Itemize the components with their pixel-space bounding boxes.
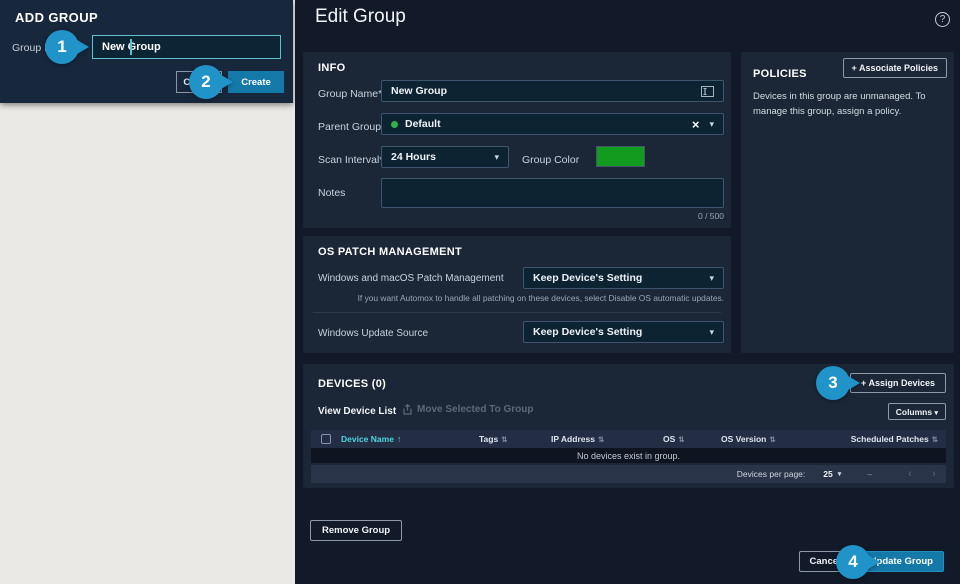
sort-icon: ⇅ bbox=[597, 434, 605, 444]
callout-number: 2 bbox=[189, 65, 223, 99]
scan-interval-value: 24 Hours bbox=[391, 151, 436, 163]
group-name-field[interactable] bbox=[381, 80, 724, 102]
page-range: – bbox=[867, 469, 872, 479]
update-source-label: Windows Update Source bbox=[318, 328, 429, 339]
associate-policies-button[interactable]: + Associate Policies bbox=[842, 58, 947, 78]
devices-section-title: DEVICES (0) bbox=[318, 378, 387, 390]
group-name-input[interactable] bbox=[92, 35, 281, 59]
app-screen: ADD GROUP Group Name Cancel Create Edit … bbox=[0, 0, 960, 584]
patch-mgmt-helper-text: If you want Automox to handle all patchi… bbox=[357, 293, 724, 303]
callout-step-4: 4 bbox=[836, 545, 880, 579]
column-label: Scheduled Patches bbox=[850, 434, 929, 444]
group-name-field-input[interactable] bbox=[391, 85, 701, 97]
help-icon[interactable]: ? bbox=[935, 12, 950, 27]
notes-textarea[interactable] bbox=[381, 178, 724, 208]
chevron-down-icon: ▾ bbox=[494, 151, 499, 162]
empty-table-text: No devices exist in group. bbox=[576, 450, 681, 461]
remove-group-button[interactable]: Remove Group bbox=[310, 520, 403, 541]
patch-mgmt-select[interactable]: Keep Device's Setting ▾ bbox=[523, 267, 724, 289]
group-name-field-label: Group Name* bbox=[318, 88, 383, 100]
column-label: OS bbox=[663, 434, 676, 444]
per-page-select[interactable]: 25 ▾ bbox=[823, 469, 841, 479]
edit-group-panel: Edit Group ? INFO Group Name* Parent Gro… bbox=[295, 0, 960, 584]
update-source-value: Keep Device's Setting bbox=[533, 326, 643, 338]
text-field-icon bbox=[701, 85, 714, 97]
chevron-down-icon[interactable]: ▾ bbox=[709, 119, 714, 130]
chevron-down-icon: ▾ bbox=[837, 471, 842, 478]
patch-mgmt-value: Keep Device's Setting bbox=[533, 272, 643, 284]
column-header-tags[interactable]: Tags ⇅ bbox=[479, 434, 551, 444]
parent-group-value: Default bbox=[405, 118, 441, 130]
column-header-scheduled-patches[interactable]: Scheduled Patches ⇅ bbox=[843, 434, 946, 444]
left-column: ADD GROUP Group Name Cancel Create bbox=[0, 0, 295, 584]
notes-char-counter: 0 / 500 bbox=[698, 211, 724, 221]
assign-devices-button[interactable]: + Assign Devices bbox=[850, 373, 946, 393]
os-patch-section: OS PATCH MANAGEMENT Windows and macOS Pa… bbox=[303, 236, 731, 353]
policies-empty-text: Devices in this group are unmanaged. To … bbox=[753, 91, 926, 117]
text-cursor bbox=[130, 39, 132, 55]
info-section-title: INFO bbox=[318, 62, 346, 74]
move-selected-label: Move Selected To Group bbox=[417, 404, 534, 415]
os-patch-section-title: OS PATCH MANAGEMENT bbox=[318, 246, 463, 258]
chevron-down-icon: ▾ bbox=[934, 409, 938, 417]
sort-icon: ⇅ bbox=[769, 434, 776, 444]
chevron-down-icon: ▾ bbox=[709, 326, 714, 337]
clear-icon[interactable]: × bbox=[692, 117, 700, 132]
per-page-value: 25 bbox=[823, 469, 833, 479]
sort-icon: ⇅ bbox=[501, 434, 508, 444]
next-page-button[interactable]: › bbox=[922, 468, 946, 480]
previous-page-button[interactable]: ‹ bbox=[898, 468, 922, 480]
group-color-swatch[interactable] bbox=[596, 146, 645, 167]
column-label: OS Version bbox=[721, 434, 767, 444]
column-header-device-name[interactable]: Device Name ↑ bbox=[341, 434, 479, 444]
scan-interval-select[interactable]: 24 Hours ▾ bbox=[381, 146, 509, 168]
table-pagination: Devices per page: 25 ▾ – ‹ › bbox=[311, 465, 946, 483]
columns-button[interactable]: Columns ▾ bbox=[887, 403, 946, 420]
column-header-ip-address[interactable]: IP Address ⇅ bbox=[551, 434, 663, 444]
create-button[interactable]: Create bbox=[228, 71, 284, 93]
empty-table-row: No devices exist in group. bbox=[311, 448, 946, 463]
patch-mgmt-label: Windows and macOS Patch Management bbox=[318, 273, 504, 284]
page-title: Edit Group bbox=[315, 6, 406, 27]
move-selected-button[interactable]: Move Selected To Group bbox=[403, 404, 534, 415]
select-all-cell[interactable] bbox=[311, 434, 341, 444]
view-device-list-label[interactable]: View Device List bbox=[318, 406, 396, 417]
chevron-down-icon: ▾ bbox=[709, 272, 714, 283]
group-color-label: Group Color bbox=[522, 154, 580, 166]
column-header-os[interactable]: OS ⇅ bbox=[663, 434, 721, 444]
column-label: Device Name bbox=[341, 434, 394, 444]
update-source-select[interactable]: Keep Device's Setting ▾ bbox=[523, 321, 724, 343]
scan-interval-field-label: Scan Interval* bbox=[318, 154, 384, 166]
notes-field-label: Notes bbox=[318, 187, 346, 199]
move-icon bbox=[403, 404, 412, 415]
callout-number: 1 bbox=[45, 30, 79, 64]
column-label: IP Address bbox=[551, 434, 595, 444]
info-section: INFO Group Name* Parent Group* Default bbox=[303, 52, 731, 228]
per-page-label: Devices per page: bbox=[736, 469, 806, 479]
callout-step-2: 2 bbox=[189, 65, 233, 99]
column-label: Tags bbox=[479, 434, 499, 444]
group-status-dot bbox=[391, 120, 398, 128]
sort-icon: ⇅ bbox=[678, 434, 685, 444]
parent-group-field-label: Parent Group* bbox=[318, 121, 386, 133]
policies-section-title: POLICIES bbox=[753, 68, 807, 80]
callout-step-3: 3 bbox=[816, 366, 860, 400]
select-all-checkbox[interactable] bbox=[321, 434, 331, 444]
sort-ascending-icon: ↑ bbox=[396, 434, 402, 444]
add-group-dialog: ADD GROUP Group Name Cancel Create bbox=[0, 0, 293, 103]
callout-number: 4 bbox=[836, 545, 870, 579]
callout-number: 3 bbox=[816, 366, 850, 400]
add-group-title: ADD GROUP bbox=[15, 10, 99, 25]
policies-section: POLICIES + Associate Policies Devices in… bbox=[741, 52, 954, 353]
columns-button-label: Columns bbox=[895, 406, 933, 417]
column-header-os-version[interactable]: OS Version ⇅ bbox=[721, 434, 843, 444]
device-table-header: Device Name ↑ Tags ⇅ IP Address ⇅ OS ⇅ O… bbox=[311, 430, 946, 448]
callout-step-1: 1 bbox=[45, 30, 89, 64]
section-divider bbox=[313, 312, 721, 313]
sort-icon: ⇅ bbox=[931, 434, 938, 444]
parent-group-select[interactable]: Default × ▾ bbox=[381, 113, 724, 135]
